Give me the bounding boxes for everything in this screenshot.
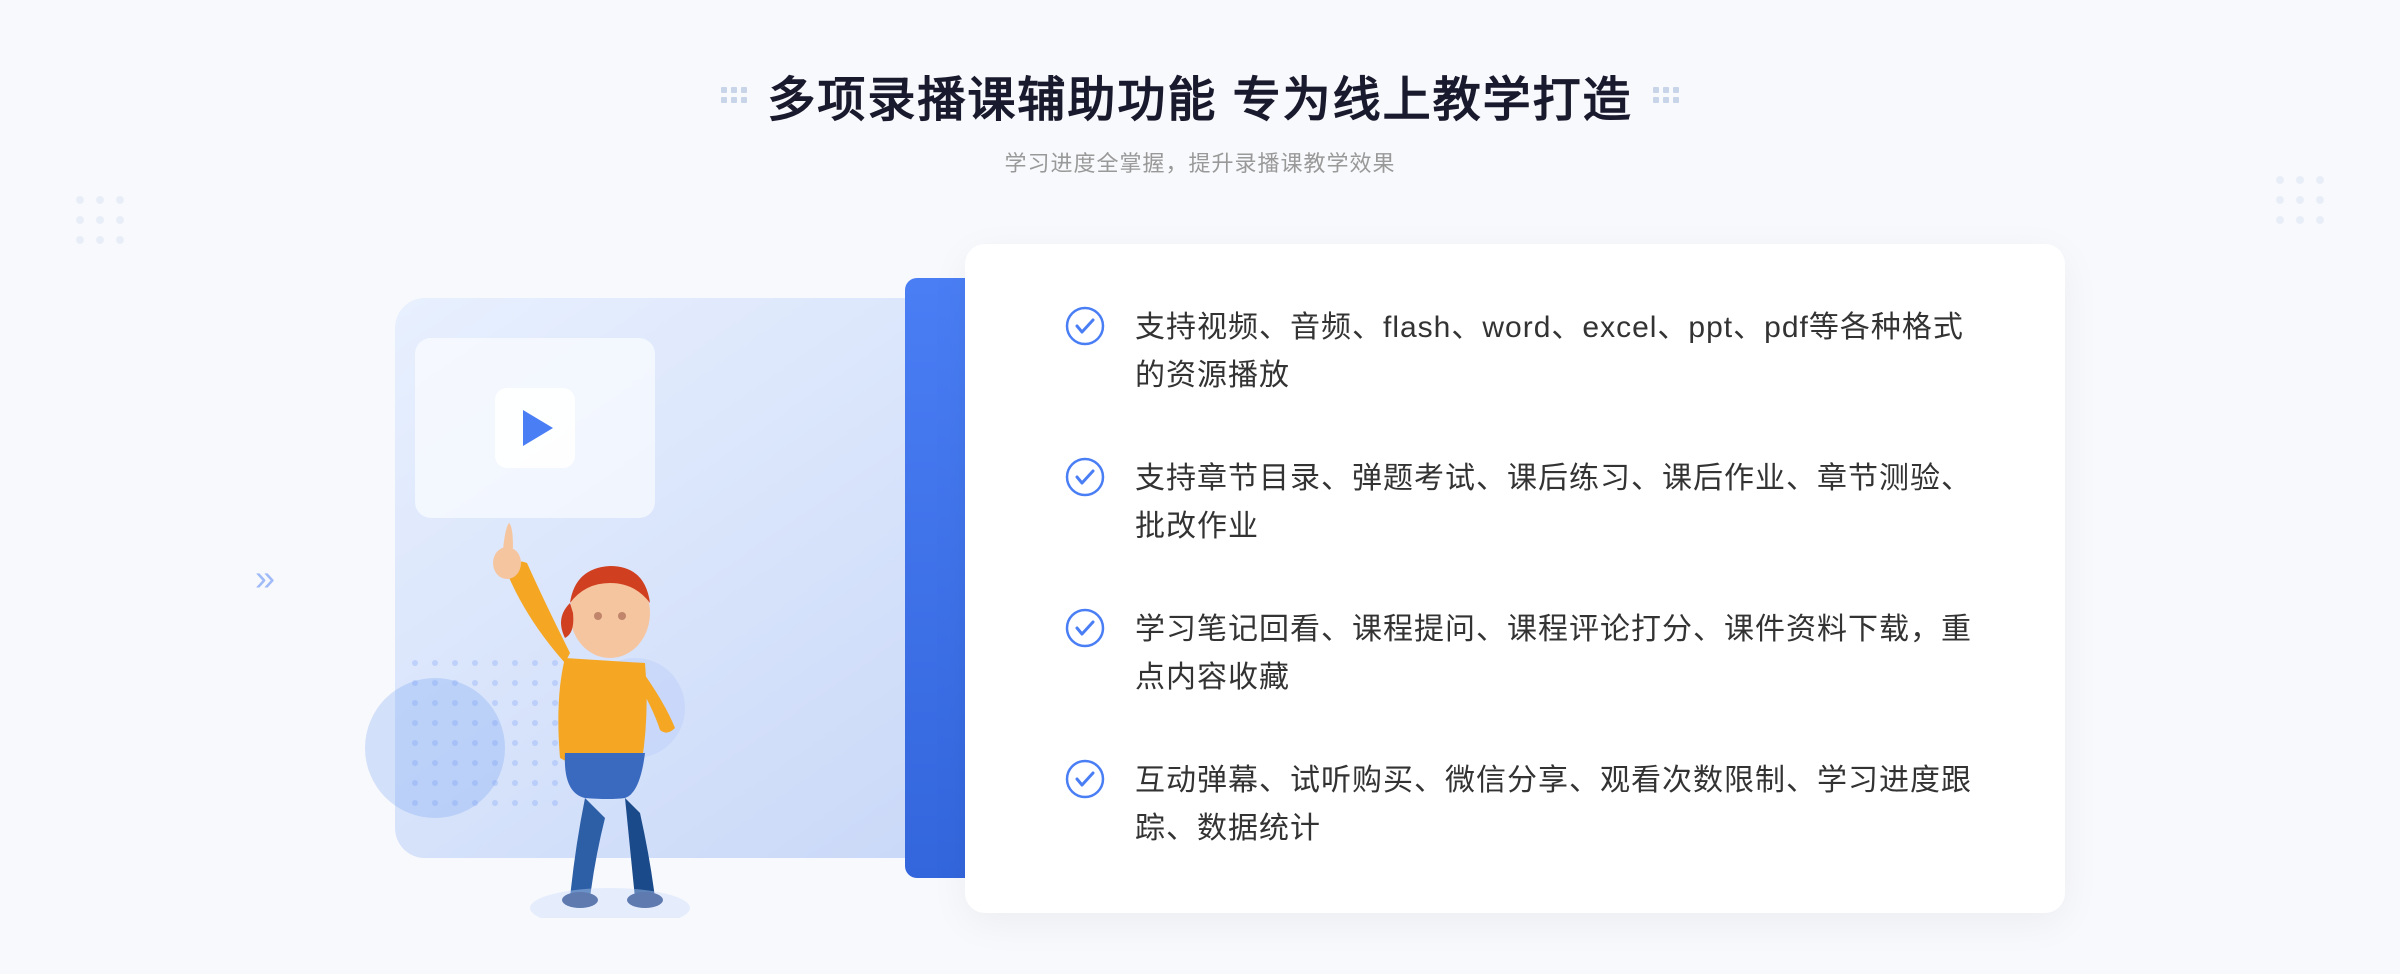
page-container: 多项录播课辅助功能 专为线上教学打造 学习进度全掌握，提升录播课教学效果 »: [0, 0, 2400, 974]
features-card: 支持视频、音频、flash、word、excel、ppt、pdf等各种格式的资源…: [965, 244, 2065, 913]
title-decoration-right: [1653, 87, 1679, 103]
title-decoration-left: [721, 87, 747, 103]
feature-item-3: 学习笔记回看、课程提问、课程评论打分、课件资料下载，重点内容收藏: [1065, 606, 1985, 702]
check-icon-2: [1065, 457, 1105, 497]
illustration-area: »: [335, 238, 985, 918]
left-arrows-decoration: »: [255, 557, 275, 599]
person-illustration: [455, 418, 775, 918]
feature-text-3: 学习笔记回看、课程提问、课程评论打分、课件资料下载，重点内容收藏: [1135, 606, 1985, 702]
header-section: 多项录播课辅助功能 专为线上教学打造 学习进度全掌握，提升录播课教学效果: [721, 60, 1678, 178]
feature-text-2: 支持章节目录、弹题考试、课后练习、课后作业、章节测验、批改作业: [1135, 455, 1985, 551]
feature-item-2: 支持章节目录、弹题考试、课后练习、课后作业、章节测验、批改作业: [1065, 455, 1985, 551]
feature-item-1: 支持视频、音频、flash、word、excel、ppt、pdf等各种格式的资源…: [1065, 304, 1985, 400]
feature-text-4: 互动弹幕、试听购买、微信分享、观看次数限制、学习进度跟踪、数据统计: [1135, 757, 1985, 853]
page-title: 多项录播课辅助功能 专为线上教学打造: [767, 60, 1632, 130]
page-subtitle: 学习进度全掌握，提升录播课教学效果: [721, 146, 1678, 178]
title-wrapper: 多项录播课辅助功能 专为线上教学打造: [721, 60, 1678, 130]
check-icon-1: [1065, 306, 1105, 346]
feature-text-1: 支持视频、音频、flash、word、excel、ppt、pdf等各种格式的资源…: [1135, 304, 1985, 400]
check-icon-4: [1065, 759, 1105, 799]
main-content: »: [300, 238, 2100, 918]
check-icon-3: [1065, 608, 1105, 648]
feature-item-4: 互动弹幕、试听购买、微信分享、观看次数限制、学习进度跟踪、数据统计: [1065, 757, 1985, 853]
